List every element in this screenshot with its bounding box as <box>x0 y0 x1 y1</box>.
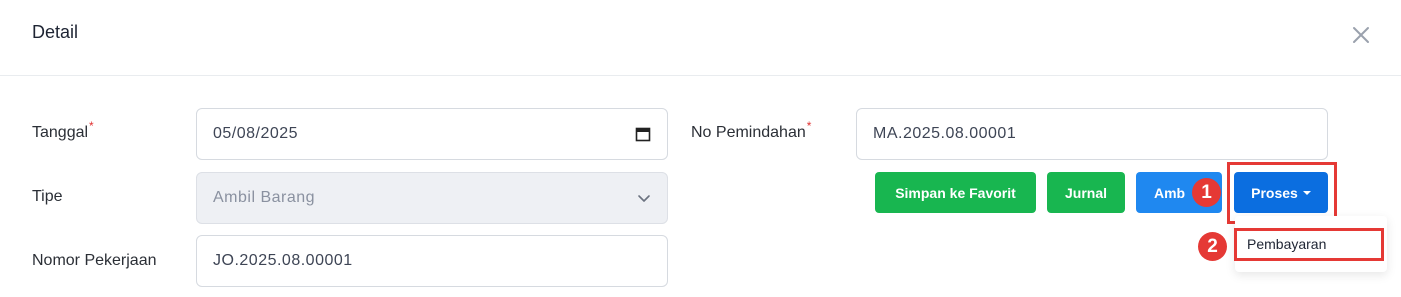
chevron-down-icon <box>637 191 651 205</box>
close-icon[interactable] <box>1348 22 1374 48</box>
tipe-value: Ambil Barang <box>213 189 316 206</box>
tanggal-label: Tanggal* <box>32 119 94 142</box>
step1-highlight <box>1227 162 1337 224</box>
no-pemindahan-value: MA.2025.08.00001 <box>873 125 1017 142</box>
modal-header: Detail <box>0 0 1401 76</box>
save-favorite-button[interactable]: Simpan ke Favorit <box>875 172 1036 213</box>
tipe-label: Tipe <box>32 188 63 205</box>
no-pemindahan-input[interactable]: MA.2025.08.00001 <box>856 108 1328 160</box>
nomor-pekerjaan-label: Nomor Pekerjaan <box>32 252 157 269</box>
jurnal-button[interactable]: Jurnal <box>1047 172 1125 213</box>
step1-badge: 1 <box>1192 178 1221 207</box>
nomor-pekerjaan-value: JO.2025.08.00001 <box>213 252 353 269</box>
tipe-select: Ambil Barang <box>196 172 668 224</box>
tanggal-label-text: Tanggal <box>32 124 89 141</box>
no-pemindahan-label-text: No Pemindahan <box>691 124 806 141</box>
step2-highlight <box>1234 228 1384 261</box>
no-pemindahan-label: No Pemindahan* <box>691 119 811 142</box>
required-mark: * <box>89 119 94 133</box>
nomor-pekerjaan-input[interactable]: JO.2025.08.00001 <box>196 235 668 287</box>
step2-badge: 2 <box>1198 232 1227 261</box>
tanggal-value: 05/08/2025 <box>213 125 299 142</box>
tanggal-date-input[interactable]: 05/08/2025 <box>196 108 668 160</box>
modal-title: Detail <box>32 22 79 42</box>
calendar-icon[interactable] <box>635 126 651 142</box>
required-mark: * <box>806 119 812 133</box>
